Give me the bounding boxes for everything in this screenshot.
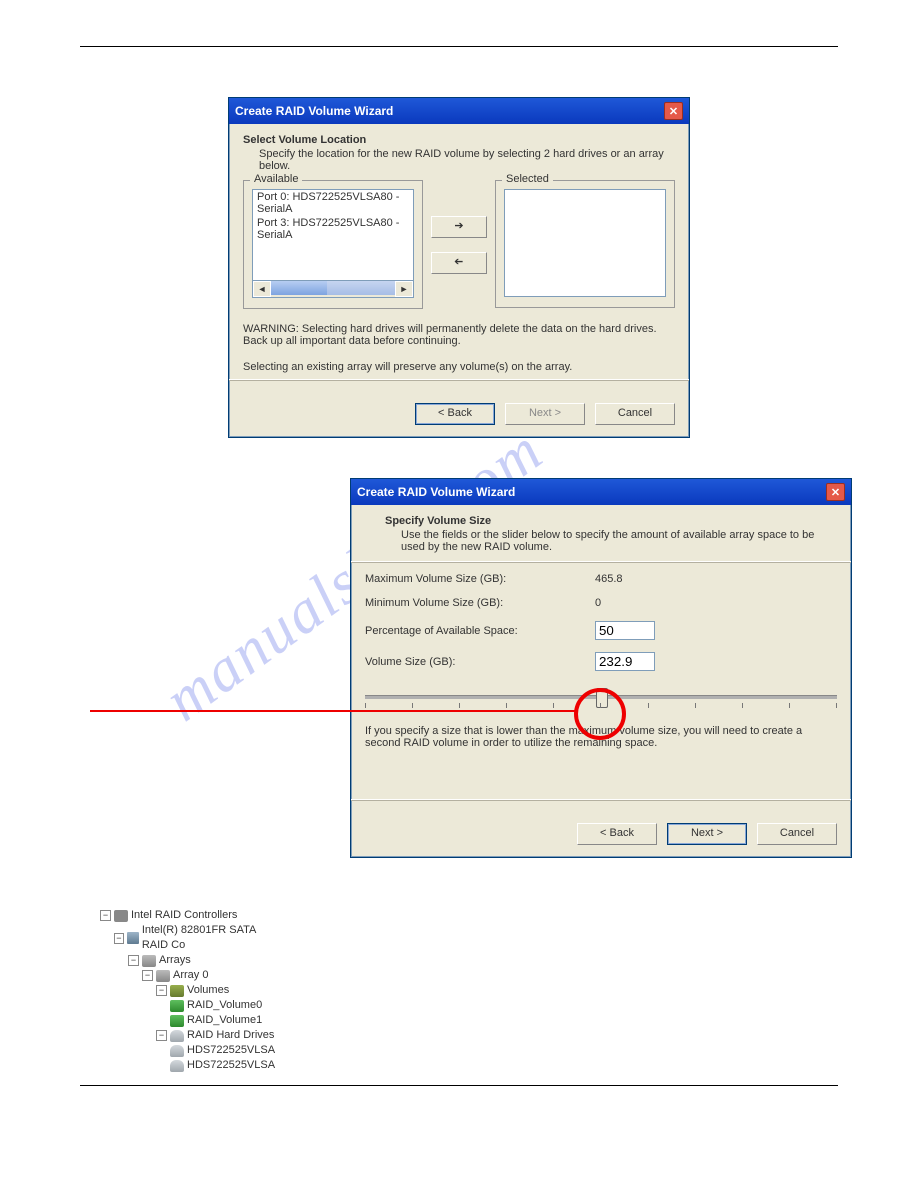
arrow-left-icon: ➔ <box>454 254 463 270</box>
max-size-label: Maximum Volume Size (GB): <box>365 573 595 585</box>
chip-icon <box>127 932 139 944</box>
drives-icon <box>170 1030 184 1042</box>
volume-icon <box>170 1015 184 1027</box>
titlebar-1[interactable]: Create RAID Volume Wizard ✕ <box>229 98 689 124</box>
cancel-button[interactable]: Cancel <box>757 823 837 845</box>
dialog1-note: Selecting an existing array will preserv… <box>243 361 675 373</box>
volumes-icon <box>170 985 184 997</box>
hdd-icon <box>170 1045 184 1057</box>
arrays-icon <box>142 955 156 967</box>
arrow-right-icon: ➔ <box>454 220 463 232</box>
collapse-icon[interactable]: − <box>114 933 124 944</box>
percentage-input[interactable] <box>595 621 655 640</box>
hdd-icon <box>170 1060 184 1072</box>
page-bottom-rule <box>80 1085 838 1086</box>
close-icon[interactable]: ✕ <box>664 102 683 120</box>
min-size-label: Minimum Volume Size (GB): <box>365 597 595 609</box>
titlebar-2[interactable]: Create RAID Volume Wizard ✕ <box>351 479 851 505</box>
list-item[interactable]: Port 0: HDS722525VLSA80 - SerialA <box>253 190 413 216</box>
dialog1-subheading: Specify the location for the new RAID vo… <box>259 148 675 172</box>
size-label: Volume Size (GB): <box>365 656 595 668</box>
move-left-button[interactable]: ➔ <box>431 252 487 274</box>
tree-item-volumes[interactable]: −Volumes <box>156 983 280 998</box>
raid-tree: −Intel RAID Controllers −Intel(R) 82801F… <box>100 908 280 1073</box>
scroll-thumb[interactable] <box>271 281 327 295</box>
dialog2-subheading: Use the fields or the slider below to sp… <box>401 529 837 553</box>
dialog1-warning: WARNING: Selecting hard drives will perm… <box>243 323 675 347</box>
tree-item-raid-volume1[interactable]: RAID_Volume1 <box>170 1013 280 1028</box>
dialog1-heading: Select Volume Location <box>243 134 675 146</box>
available-legend: Available <box>250 173 302 185</box>
dialog2-title: Create RAID Volume Wizard <box>357 485 515 499</box>
tree-item-hard-drives[interactable]: −RAID Hard Drives <box>156 1028 280 1043</box>
tree-item-controllers[interactable]: −Intel RAID Controllers <box>100 908 280 923</box>
page-top-rule <box>80 46 838 47</box>
move-right-button[interactable]: ➔ <box>431 216 487 238</box>
dialog2-note: If you specify a size that is lower than… <box>365 725 837 749</box>
raid-wizard-dialog-2: Create RAID Volume Wizard ✕ Specify Volu… <box>350 478 852 858</box>
max-size-value: 465.8 <box>595 573 623 585</box>
collapse-icon[interactable]: − <box>156 1030 167 1041</box>
list-item[interactable]: Port 3: HDS722525VLSA80 - SerialA <box>253 216 413 242</box>
selected-legend: Selected <box>502 173 553 185</box>
tree-item-hdd[interactable]: HDS722525VLSA <box>170 1043 280 1058</box>
volume-icon <box>170 1000 184 1012</box>
controller-icon <box>114 910 128 922</box>
volume-size-slider[interactable] <box>365 683 837 713</box>
dialog2-heading: Specify Volume Size <box>385 515 837 527</box>
close-icon[interactable]: ✕ <box>826 483 845 501</box>
pct-label: Percentage of Available Space: <box>365 625 595 637</box>
tree-item-arrays[interactable]: −Arrays <box>128 953 280 968</box>
tree-item-array0[interactable]: −Array 0 <box>142 968 280 983</box>
scroll-right-icon[interactable]: ► <box>395 281 413 297</box>
back-button[interactable]: < Back <box>415 403 495 425</box>
scroll-left-icon[interactable]: ◄ <box>253 281 271 297</box>
collapse-icon[interactable]: − <box>128 955 139 966</box>
dialog1-title: Create RAID Volume Wizard <box>235 104 393 118</box>
cancel-button[interactable]: Cancel <box>595 403 675 425</box>
next-button[interactable]: Next > <box>667 823 747 845</box>
h-scrollbar[interactable]: ◄ ► <box>252 281 414 298</box>
back-button[interactable]: < Back <box>577 823 657 845</box>
selected-listbox[interactable] <box>504 189 666 297</box>
array-icon <box>156 970 170 982</box>
available-listbox[interactable]: Port 0: HDS722525VLSA80 - SerialA Port 3… <box>252 189 414 281</box>
collapse-icon[interactable]: − <box>156 985 167 996</box>
raid-wizard-dialog-1: Create RAID Volume Wizard ✕ Select Volum… <box>228 97 690 438</box>
collapse-icon[interactable]: − <box>142 970 153 981</box>
volume-size-input[interactable] <box>595 652 655 671</box>
min-size-value: 0 <box>595 597 601 609</box>
next-button: Next > <box>505 403 585 425</box>
tree-item-hdd[interactable]: HDS722525VLSA <box>170 1058 280 1073</box>
tree-item-raid-volume0[interactable]: RAID_Volume0 <box>170 998 280 1013</box>
tree-item-controller[interactable]: −Intel(R) 82801FR SATA RAID Co <box>114 923 280 953</box>
collapse-icon[interactable]: − <box>100 910 111 921</box>
